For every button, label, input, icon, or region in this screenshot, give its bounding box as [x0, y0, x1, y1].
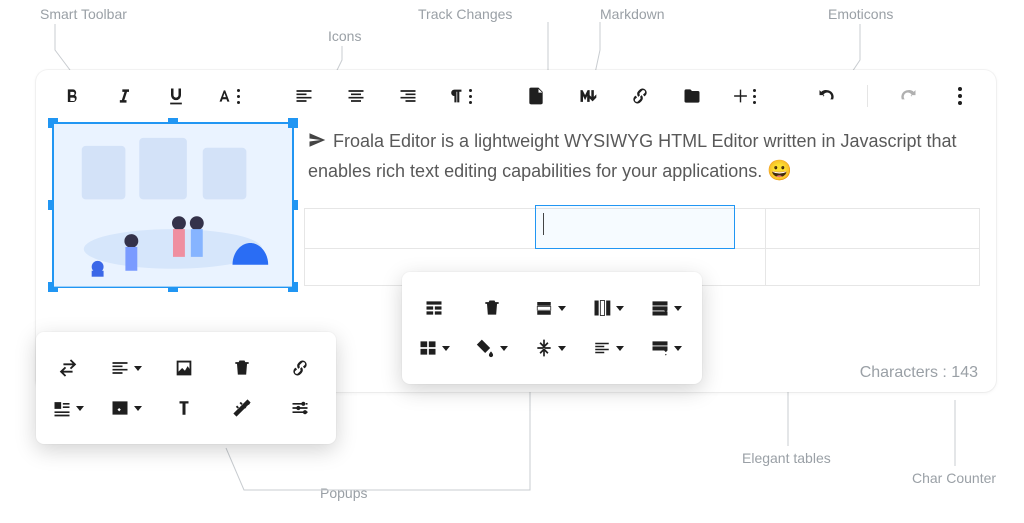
toolbar-history-group: [815, 84, 972, 108]
char-counter-value: 143: [951, 364, 978, 381]
markdown-button[interactable]: [576, 84, 600, 108]
char-counter-label: Characters: [860, 364, 938, 381]
image-edit-popup: [36, 332, 336, 444]
paper-plane-icon: [308, 131, 326, 149]
image-style-button[interactable]: [52, 392, 84, 424]
image-replace-button[interactable]: [52, 352, 84, 384]
toolbar-text-group: [60, 84, 240, 108]
label-emoticons: Emoticons: [828, 6, 893, 22]
paragraph-dots-icon: [469, 89, 472, 104]
paragraph-text[interactable]: Froala Editor is a lightweight WYSIWYG H…: [308, 128, 982, 187]
italic-button[interactable]: [112, 84, 136, 108]
more-misc-button[interactable]: [948, 84, 972, 108]
track-changes-button[interactable]: [524, 84, 548, 108]
smart-toolbar: [36, 70, 996, 120]
selected-image[interactable]: [52, 122, 294, 288]
toolbar-divider: [867, 85, 868, 107]
insert-link-button[interactable]: [628, 84, 652, 108]
table-horizontal-align-button[interactable]: [592, 332, 624, 364]
table-background-button[interactable]: [476, 332, 508, 364]
table-cell-style-button[interactable]: [650, 292, 682, 324]
align-left-button[interactable]: [292, 84, 316, 108]
image-link-button[interactable]: [284, 352, 316, 384]
table-vertical-align-button[interactable]: [534, 332, 566, 364]
table-style-button[interactable]: [650, 332, 682, 364]
image-caption-button[interactable]: [168, 392, 200, 424]
text-caret: [543, 213, 544, 235]
align-right-button[interactable]: [396, 84, 420, 108]
paragraph-format-button[interactable]: [448, 84, 472, 108]
emoji-icon: 😀: [767, 160, 792, 182]
table-cell-button[interactable]: [418, 332, 450, 364]
content-text: Froala Editor is a lightweight WYSIWYG H…: [308, 131, 957, 181]
image-alt-button[interactable]: [110, 392, 142, 424]
toolbar-rich-group: [524, 84, 756, 108]
illustration-icon: [54, 124, 292, 287]
label-char-counter: Char Counter: [912, 470, 996, 486]
more-text-dots-icon: [237, 89, 240, 104]
image-display-button[interactable]: [168, 352, 200, 384]
label-smart-toolbar: Smart Toolbar: [40, 6, 127, 22]
insert-more-button[interactable]: [732, 84, 756, 108]
label-elegant-tables: Elegant tables: [742, 450, 831, 466]
label-icons: Icons: [328, 28, 361, 44]
undo-button[interactable]: [815, 84, 839, 108]
image-remove-button[interactable]: [226, 352, 258, 384]
char-counter: Characters : 143: [860, 364, 978, 382]
label-markdown: Markdown: [600, 6, 665, 22]
align-center-button[interactable]: [344, 84, 368, 108]
image-align-button[interactable]: [110, 352, 142, 384]
table-row-button[interactable]: [534, 292, 566, 324]
more-text-button[interactable]: [216, 84, 240, 108]
table-column-button[interactable]: [592, 292, 624, 324]
insert-more-dots-icon: [753, 89, 756, 104]
bold-button[interactable]: [60, 84, 84, 108]
label-popups: Popups: [320, 485, 367, 501]
underline-button[interactable]: [164, 84, 188, 108]
toolbar-paragraph-group: [292, 84, 472, 108]
table-header-button[interactable]: [418, 292, 450, 324]
table-remove-button[interactable]: [476, 292, 508, 324]
image-size-button[interactable]: [226, 392, 258, 424]
image-advanced-button[interactable]: [284, 392, 316, 424]
redo-button[interactable]: [896, 84, 920, 108]
table-edit-popup: [402, 272, 702, 384]
table-cell-selected[interactable]: [535, 205, 735, 249]
insert-file-button[interactable]: [680, 84, 704, 108]
label-track-changes: Track Changes: [418, 6, 512, 22]
